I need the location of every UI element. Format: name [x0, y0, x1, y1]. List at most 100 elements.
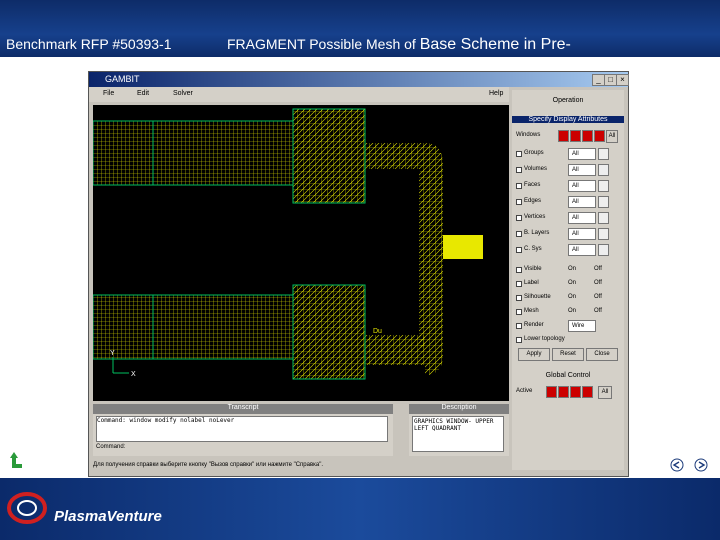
- menu-help[interactable]: Help: [489, 90, 503, 97]
- toggle-on-radio[interactable]: On: [568, 280, 576, 286]
- active-label: Active: [516, 388, 533, 394]
- attr-label: C. Sys: [524, 246, 542, 252]
- toggle-label: Visible: [524, 266, 542, 272]
- attr-checkbox[interactable]: [516, 199, 522, 205]
- attr-label: B. Layers: [524, 230, 550, 236]
- toggle-off-radio[interactable]: Off: [594, 266, 602, 272]
- toggle-checkbox[interactable]: [516, 295, 522, 301]
- command-label: Command:: [96, 444, 126, 450]
- toggle-label: Mesh: [524, 308, 539, 314]
- active-quadrant-icon[interactable]: [582, 386, 593, 398]
- toggle-on-radio[interactable]: On: [568, 294, 576, 300]
- transcript-panel: Transcript Command: window modify nolabe…: [93, 404, 393, 456]
- window-quadrant-icon[interactable]: [558, 130, 569, 142]
- windows-all-button[interactable]: All: [606, 130, 618, 143]
- menu-edit[interactable]: Edit: [137, 90, 149, 97]
- graphics-window[interactable]: X Y Du: [93, 105, 509, 401]
- attr-label: Volumes: [524, 166, 548, 172]
- lower-topology-label: Lower topology: [524, 336, 565, 342]
- attr-checkbox[interactable]: [516, 151, 522, 157]
- close-button[interactable]: Close: [586, 348, 618, 361]
- window-quadrant-icon[interactable]: [570, 130, 581, 142]
- previous-arrow-icon[interactable]: [670, 458, 684, 472]
- description-panel: Description GRAPHICS WINDOW- UPPER LEFT …: [409, 404, 509, 456]
- brand-name: PlasmaVenture: [54, 508, 162, 525]
- lower-topology-checkbox[interactable]: [516, 337, 522, 343]
- attr-pick-icon[interactable]: [598, 164, 609, 176]
- toggle-row: Mesh On Off: [516, 306, 616, 318]
- active-all-button[interactable]: All: [598, 386, 612, 399]
- attr-pick-icon[interactable]: [598, 180, 609, 192]
- attr-pick-icon[interactable]: [598, 212, 609, 224]
- toggle-checkbox[interactable]: [516, 281, 522, 287]
- description-header: Description: [409, 404, 509, 414]
- attr-row: Vertices All: [516, 212, 616, 224]
- attr-checkbox[interactable]: [516, 183, 522, 189]
- return-arrow-icon[interactable]: [8, 452, 26, 472]
- apply-button[interactable]: Apply: [518, 348, 550, 361]
- attr-row: Volumes All: [516, 164, 616, 176]
- global-control-header: Global Control: [545, 372, 591, 379]
- lower-pipe-mesh: [365, 335, 425, 365]
- attr-checkbox[interactable]: [516, 231, 522, 237]
- active-quadrant-icon[interactable]: [546, 386, 557, 398]
- toggle-on-radio[interactable]: On: [568, 308, 576, 314]
- toggle-off-radio[interactable]: Off: [594, 280, 602, 286]
- windows-label: Windows: [516, 132, 541, 138]
- gambit-screenshot: GAMBIT _ □ × File Edit Solver Help X Y D…: [88, 71, 629, 477]
- windows-row: Windows All: [516, 130, 618, 143]
- attr-checkbox[interactable]: [516, 167, 522, 173]
- axis-x-label: X: [131, 371, 136, 378]
- menu-solver[interactable]: Solver: [173, 90, 193, 97]
- active-quadrant-icon[interactable]: [558, 386, 569, 398]
- header-main-title: FRAGMENT Possible Mesh of Base Scheme in…: [227, 36, 571, 53]
- attr-dropdown[interactable]: All: [568, 212, 596, 224]
- toggle-off-radio[interactable]: Off: [594, 294, 602, 300]
- close-icon[interactable]: ×: [616, 74, 629, 86]
- global-toolbar: [518, 404, 618, 448]
- upper-pipe-mesh: [365, 143, 425, 169]
- graphics-label: Du: [373, 328, 382, 335]
- toggle-checkbox[interactable]: [516, 267, 522, 273]
- header-left-title: Benchmark RFP #50393-1: [6, 36, 172, 52]
- next-arrow-icon[interactable]: [694, 458, 708, 472]
- transcript-text: Command: window modify nolabel noLever: [96, 416, 388, 442]
- lower-inlet-mesh: [93, 295, 153, 359]
- attr-checkbox[interactable]: [516, 215, 522, 221]
- status-bar: Для получения справки выберите кнопку "В…: [93, 462, 324, 468]
- attr-row: C. Sys All: [516, 244, 616, 256]
- window-quadrant-icon[interactable]: [582, 130, 593, 142]
- reset-button[interactable]: Reset: [552, 348, 584, 361]
- attr-dropdown[interactable]: All: [568, 148, 596, 160]
- toggle-on-radio[interactable]: On: [568, 266, 576, 272]
- attr-dropdown[interactable]: All: [568, 196, 596, 208]
- outlet-pipe: [443, 235, 483, 259]
- attr-dropdown[interactable]: All: [568, 228, 596, 240]
- transcript-header: Transcript: [93, 404, 393, 414]
- menubar: File Edit Solver Help: [89, 87, 509, 102]
- attr-checkbox[interactable]: [516, 247, 522, 253]
- render-checkbox[interactable]: [516, 323, 522, 329]
- toggle-checkbox[interactable]: [516, 309, 522, 315]
- attr-pick-icon[interactable]: [598, 196, 609, 208]
- attr-dropdown[interactable]: All: [568, 180, 596, 192]
- mesh-drawing: X Y Du: [93, 108, 483, 380]
- attr-dropdown[interactable]: All: [568, 244, 596, 256]
- lower-channel-mesh: [153, 295, 293, 359]
- menu-file[interactable]: File: [103, 90, 114, 97]
- attr-pick-icon[interactable]: [598, 148, 609, 160]
- attr-dropdown[interactable]: All: [568, 164, 596, 176]
- render-label: Render: [524, 322, 544, 328]
- window-titlebar: GAMBIT _ □ ×: [89, 72, 629, 87]
- description-text: GRAPHICS WINDOW- UPPER LEFT QUADRANT: [412, 416, 504, 452]
- window-title: GAMBIT: [105, 74, 140, 84]
- attr-pick-icon[interactable]: [598, 244, 609, 256]
- render-dropdown[interactable]: Wire: [568, 320, 596, 332]
- active-quadrant-icon[interactable]: [570, 386, 581, 398]
- toggle-row: Silhouette On Off: [516, 292, 616, 304]
- toggle-off-radio[interactable]: Off: [594, 308, 602, 314]
- render-row: Render Wire: [516, 320, 616, 332]
- attr-pick-icon[interactable]: [598, 228, 609, 240]
- window-quadrant-icon[interactable]: [594, 130, 605, 142]
- specify-display-header: Specify Display Attributes: [512, 116, 624, 123]
